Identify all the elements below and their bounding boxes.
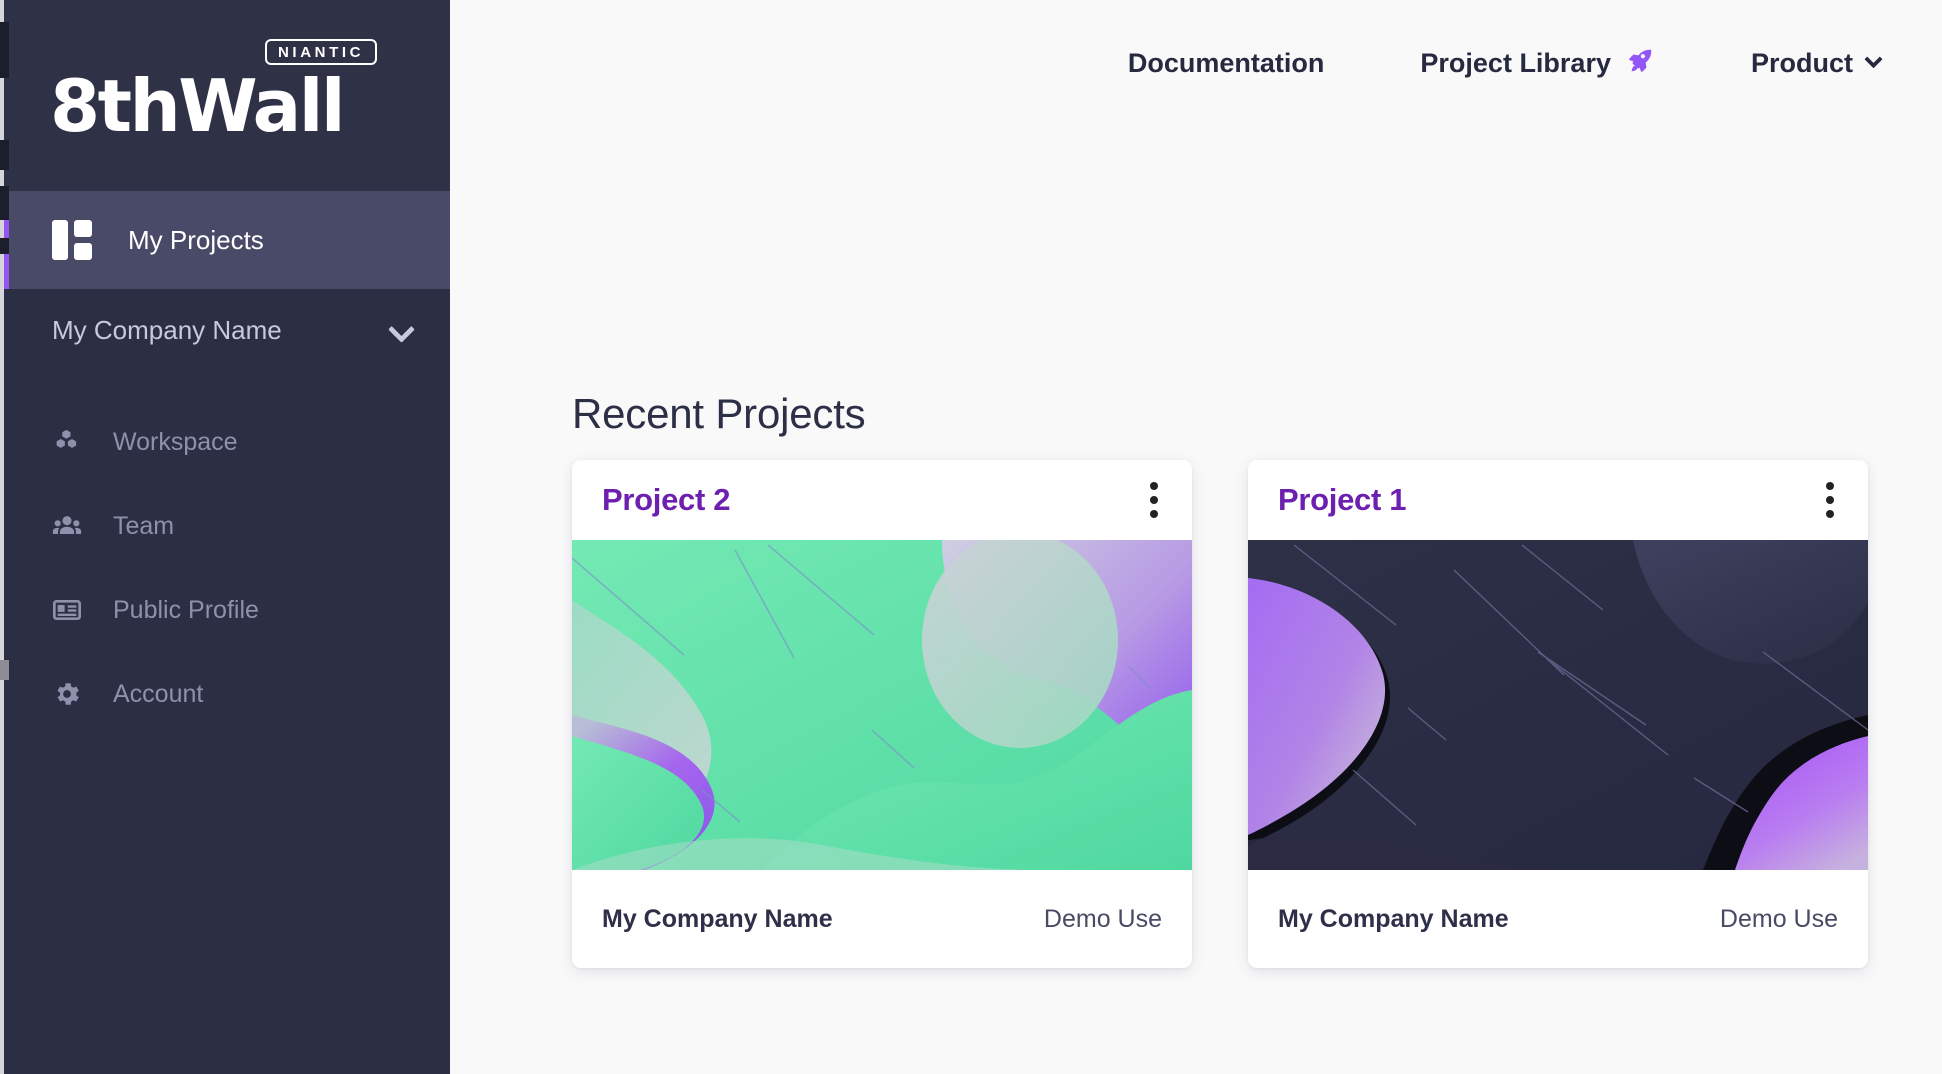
gear-icon [50,677,84,711]
project-card[interactable]: Project 1 My Company Name Demo Use [1248,460,1868,968]
people-icon [50,509,84,543]
chevron-down-icon [388,316,415,343]
brand-wordmark: 8thWall [50,64,346,148]
project-card[interactable]: Project 2 My Company Name Demo Use [572,460,1192,968]
sidebar-item-label: Team [113,511,175,540]
window-edge-notch [0,660,9,680]
kebab-menu-icon[interactable] [1826,482,1834,518]
window-edge-notch [0,238,9,254]
project-card-header: Project 1 [1248,460,1868,540]
main-content: Recent Projects Project 2 My Company Nam… [450,130,1942,1074]
sidebar-item-my-projects[interactable]: My Projects [0,191,450,289]
kebab-menu-icon[interactable] [1150,482,1158,518]
profile-card-icon [50,593,84,627]
top-navigation: Documentation Project Library Product [450,0,1942,130]
project-card-footer: My Company Name Demo Use [572,870,1192,968]
project-card-grid: Project 2 My Company Name Demo Use Proje… [572,460,1868,968]
project-owner: My Company Name [602,904,833,933]
sidebar-item-label: Workspace [113,427,238,456]
project-thumbnail [1248,540,1868,870]
rocket-icon [1625,46,1655,81]
chevron-down-icon [1864,50,1883,69]
niantic-badge: NIANTIC [265,39,378,65]
sidebar-nav-list: Workspace Team Public Profile Account [0,400,450,736]
sidebar-item-public-profile[interactable]: Public Profile [0,568,450,652]
top-nav-links: Documentation Project Library Product [1128,46,1883,81]
nav-link-label: Documentation [1127,48,1325,78]
project-plan: Demo Use [1043,904,1162,933]
grid-icon [52,220,92,260]
project-plan: Demo Use [1719,904,1838,933]
app-root: NIANTIC 8thWall My Projects My Company N… [0,0,1942,1074]
page-title: Recent Projects [572,390,866,437]
cubes-icon [50,425,84,459]
nav-link-documentation[interactable]: Documentation [1128,48,1325,79]
sidebar-item-label: Public Profile [113,595,259,624]
sidebar-item-label: Account [113,679,204,708]
nav-link-label: Product [1750,48,1853,78]
sidebar-item-workspace[interactable]: Workspace [0,400,450,484]
sidebar-item-label: My Projects [128,224,264,255]
company-name-label: My Company Name [52,314,282,345]
project-title: Project 1 [1278,482,1407,517]
sidebar-item-account[interactable]: Account [0,652,450,736]
nav-link-product[interactable]: Product [1750,48,1883,79]
nav-link-project-library[interactable]: Project Library [1420,46,1655,81]
company-selector[interactable]: My Company Name [0,289,450,371]
window-edge-notch [0,22,9,78]
project-owner: My Company Name [1278,904,1509,933]
project-card-footer: My Company Name Demo Use [1248,870,1868,968]
sidebar: NIANTIC 8thWall My Projects My Company N… [0,0,450,1074]
window-edge-notch [0,186,9,220]
project-card-header: Project 2 [572,460,1192,540]
sidebar-item-team[interactable]: Team [0,484,450,568]
brand-logo[interactable]: NIANTIC 8thWall [0,0,450,191]
nav-link-label: Project Library [1420,48,1611,78]
project-title: Project 2 [602,482,731,517]
window-edge-notch [0,140,9,170]
project-thumbnail [572,540,1192,870]
